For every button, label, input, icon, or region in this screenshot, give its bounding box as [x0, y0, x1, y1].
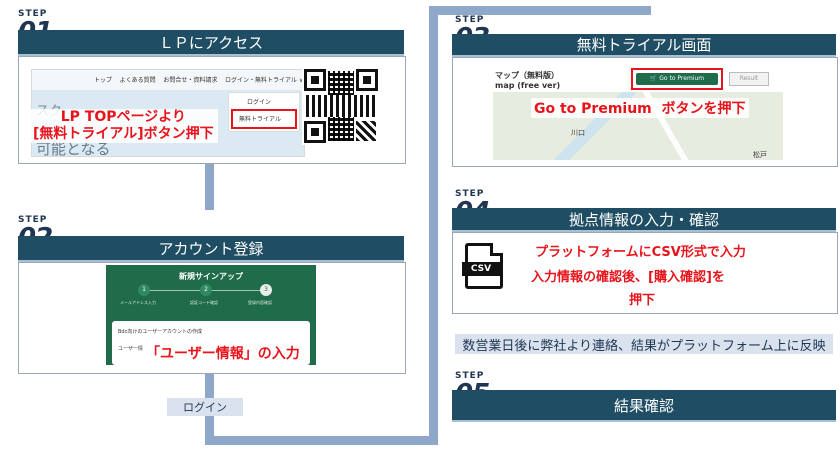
- login-note: ログイン: [167, 398, 243, 416]
- premium-caption: Go to Premium ボタンを押下: [531, 98, 749, 118]
- form-line-2: ユーザー情: [118, 346, 143, 352]
- menu-login: ログイン: [247, 99, 272, 106]
- result-button[interactable]: Result: [729, 72, 769, 86]
- csv-label: CSV: [470, 264, 492, 274]
- step-02-panel: 新規サインアップ 1 2 3 メールアドレス入力 認証コード確認 登録内容確認 …: [18, 262, 406, 374]
- result-button-label: Result: [739, 75, 759, 82]
- lp-caption: LP TOPページより [無料トライアル]ボタン押下: [29, 109, 218, 143]
- step-04-title: 拠点情報の入力・確認: [568, 210, 719, 229]
- step-02-title-bar: アカウント登録: [18, 236, 404, 262]
- flow-line-4: [429, 6, 438, 445]
- qr-finder-tl: [304, 69, 326, 91]
- lp-nav: トップ よくある質問 お問合せ・資料請求 ログイン・無料トライアル ∨: [94, 75, 303, 84]
- step-04-panel: CSV プラットフォームにCSV形式で入力 入力情報の確認後、[購入確認]を 押…: [452, 232, 838, 314]
- map-title-2: map (free ver): [495, 81, 561, 90]
- premium-button-label: Go to Premium: [659, 75, 705, 82]
- signup-step-3-dot: 3: [260, 284, 272, 296]
- map-place-kawaguchi: 川口: [571, 129, 585, 137]
- contact-note-text: 数営業日後に弊社より連絡、結果がプラットフォーム上に反映: [462, 338, 826, 354]
- nav-item-contact: お問合せ・資料請求: [163, 77, 218, 84]
- login-note-text: ログイン: [183, 401, 227, 414]
- qr-finder-tr: [356, 69, 378, 91]
- lp-dropdown-menu: ログイン 無料トライアル: [228, 92, 300, 132]
- step-01-title: ＬＰにアクセス: [158, 33, 264, 52]
- csv-caption-3: 押下: [629, 293, 656, 308]
- flow-line-5: [429, 6, 651, 15]
- signup-step-label-2: 認証コード確認: [190, 300, 218, 305]
- caption-line-1: LP TOPページより: [60, 109, 186, 125]
- map-title-1: マップ（無料版）: [495, 71, 559, 80]
- nav-item-login-trial: ログイン・無料トライアル ∨: [224, 77, 304, 84]
- signup-title: 新規サインアップ: [179, 272, 243, 281]
- csv-label-band: CSV: [462, 262, 500, 276]
- step-04-title-bar: 拠点情報の入力・確認: [452, 208, 836, 232]
- flow-line-3: [205, 436, 438, 445]
- step-05-title-bar: 結果確認: [452, 390, 836, 422]
- csv-file-fold: [490, 243, 503, 256]
- csv-file-icon: CSV: [462, 243, 503, 289]
- premium-highlight: 🛒 Go to Premium: [631, 68, 723, 90]
- qr-finder-bl: [304, 121, 326, 143]
- nav-item-faq: よくある質問: [119, 77, 156, 84]
- csv-caption-2: 入力情報の確認後、[購入確認]を: [531, 270, 725, 285]
- signup-step-label-1: メールアドレス入力: [120, 300, 156, 305]
- cart-icon: 🛒: [649, 75, 658, 82]
- step-03-title: 無料トライアル画面: [576, 36, 712, 54]
- step-02-title: アカウント登録: [158, 239, 264, 258]
- contact-note: 数営業日後に弊社より連絡、結果がプラットフォーム上に反映: [455, 334, 833, 354]
- qr-modules-2: [306, 95, 376, 117]
- caption-line-2: [無料トライアル]ボタン押下: [33, 126, 214, 142]
- qr-code: [302, 67, 380, 145]
- step-03-panel: マップ（無料版） map (free ver) 🛒 Go to Premium …: [452, 57, 838, 167]
- nav-item-top: トップ: [94, 77, 113, 84]
- map-place-matsudo: 松戸: [753, 151, 767, 159]
- menu-trial-highlight: 無料トライアル: [231, 109, 297, 129]
- qr-modules-3: [356, 121, 376, 141]
- signup-step-2-dot: 2: [200, 284, 212, 296]
- step-01-panel: トップ よくある質問 お問合せ・資料請求 ログイン・無料トライアル ∨ スク 可…: [18, 56, 406, 164]
- menu-trial[interactable]: 無料トライアル: [239, 114, 281, 123]
- step-05-title: 結果確認: [613, 396, 674, 415]
- form-line-1: Bdc向けのユーザーアカウントの作成: [118, 329, 203, 335]
- csv-caption-1: プラットフォームにCSV形式で入力: [535, 245, 746, 260]
- signup-step-label-3: 登録内容確認: [248, 300, 272, 305]
- signup-caption: 「ユーザー情報」の入力: [143, 343, 303, 363]
- premium-button[interactable]: 🛒 Go to Premium: [636, 73, 718, 85]
- step-01-title-bar: ＬＰにアクセス: [18, 30, 404, 56]
- signup-step-1-dot: 1: [138, 284, 150, 296]
- step-03-title-bar: 無料トライアル画面: [452, 34, 836, 57]
